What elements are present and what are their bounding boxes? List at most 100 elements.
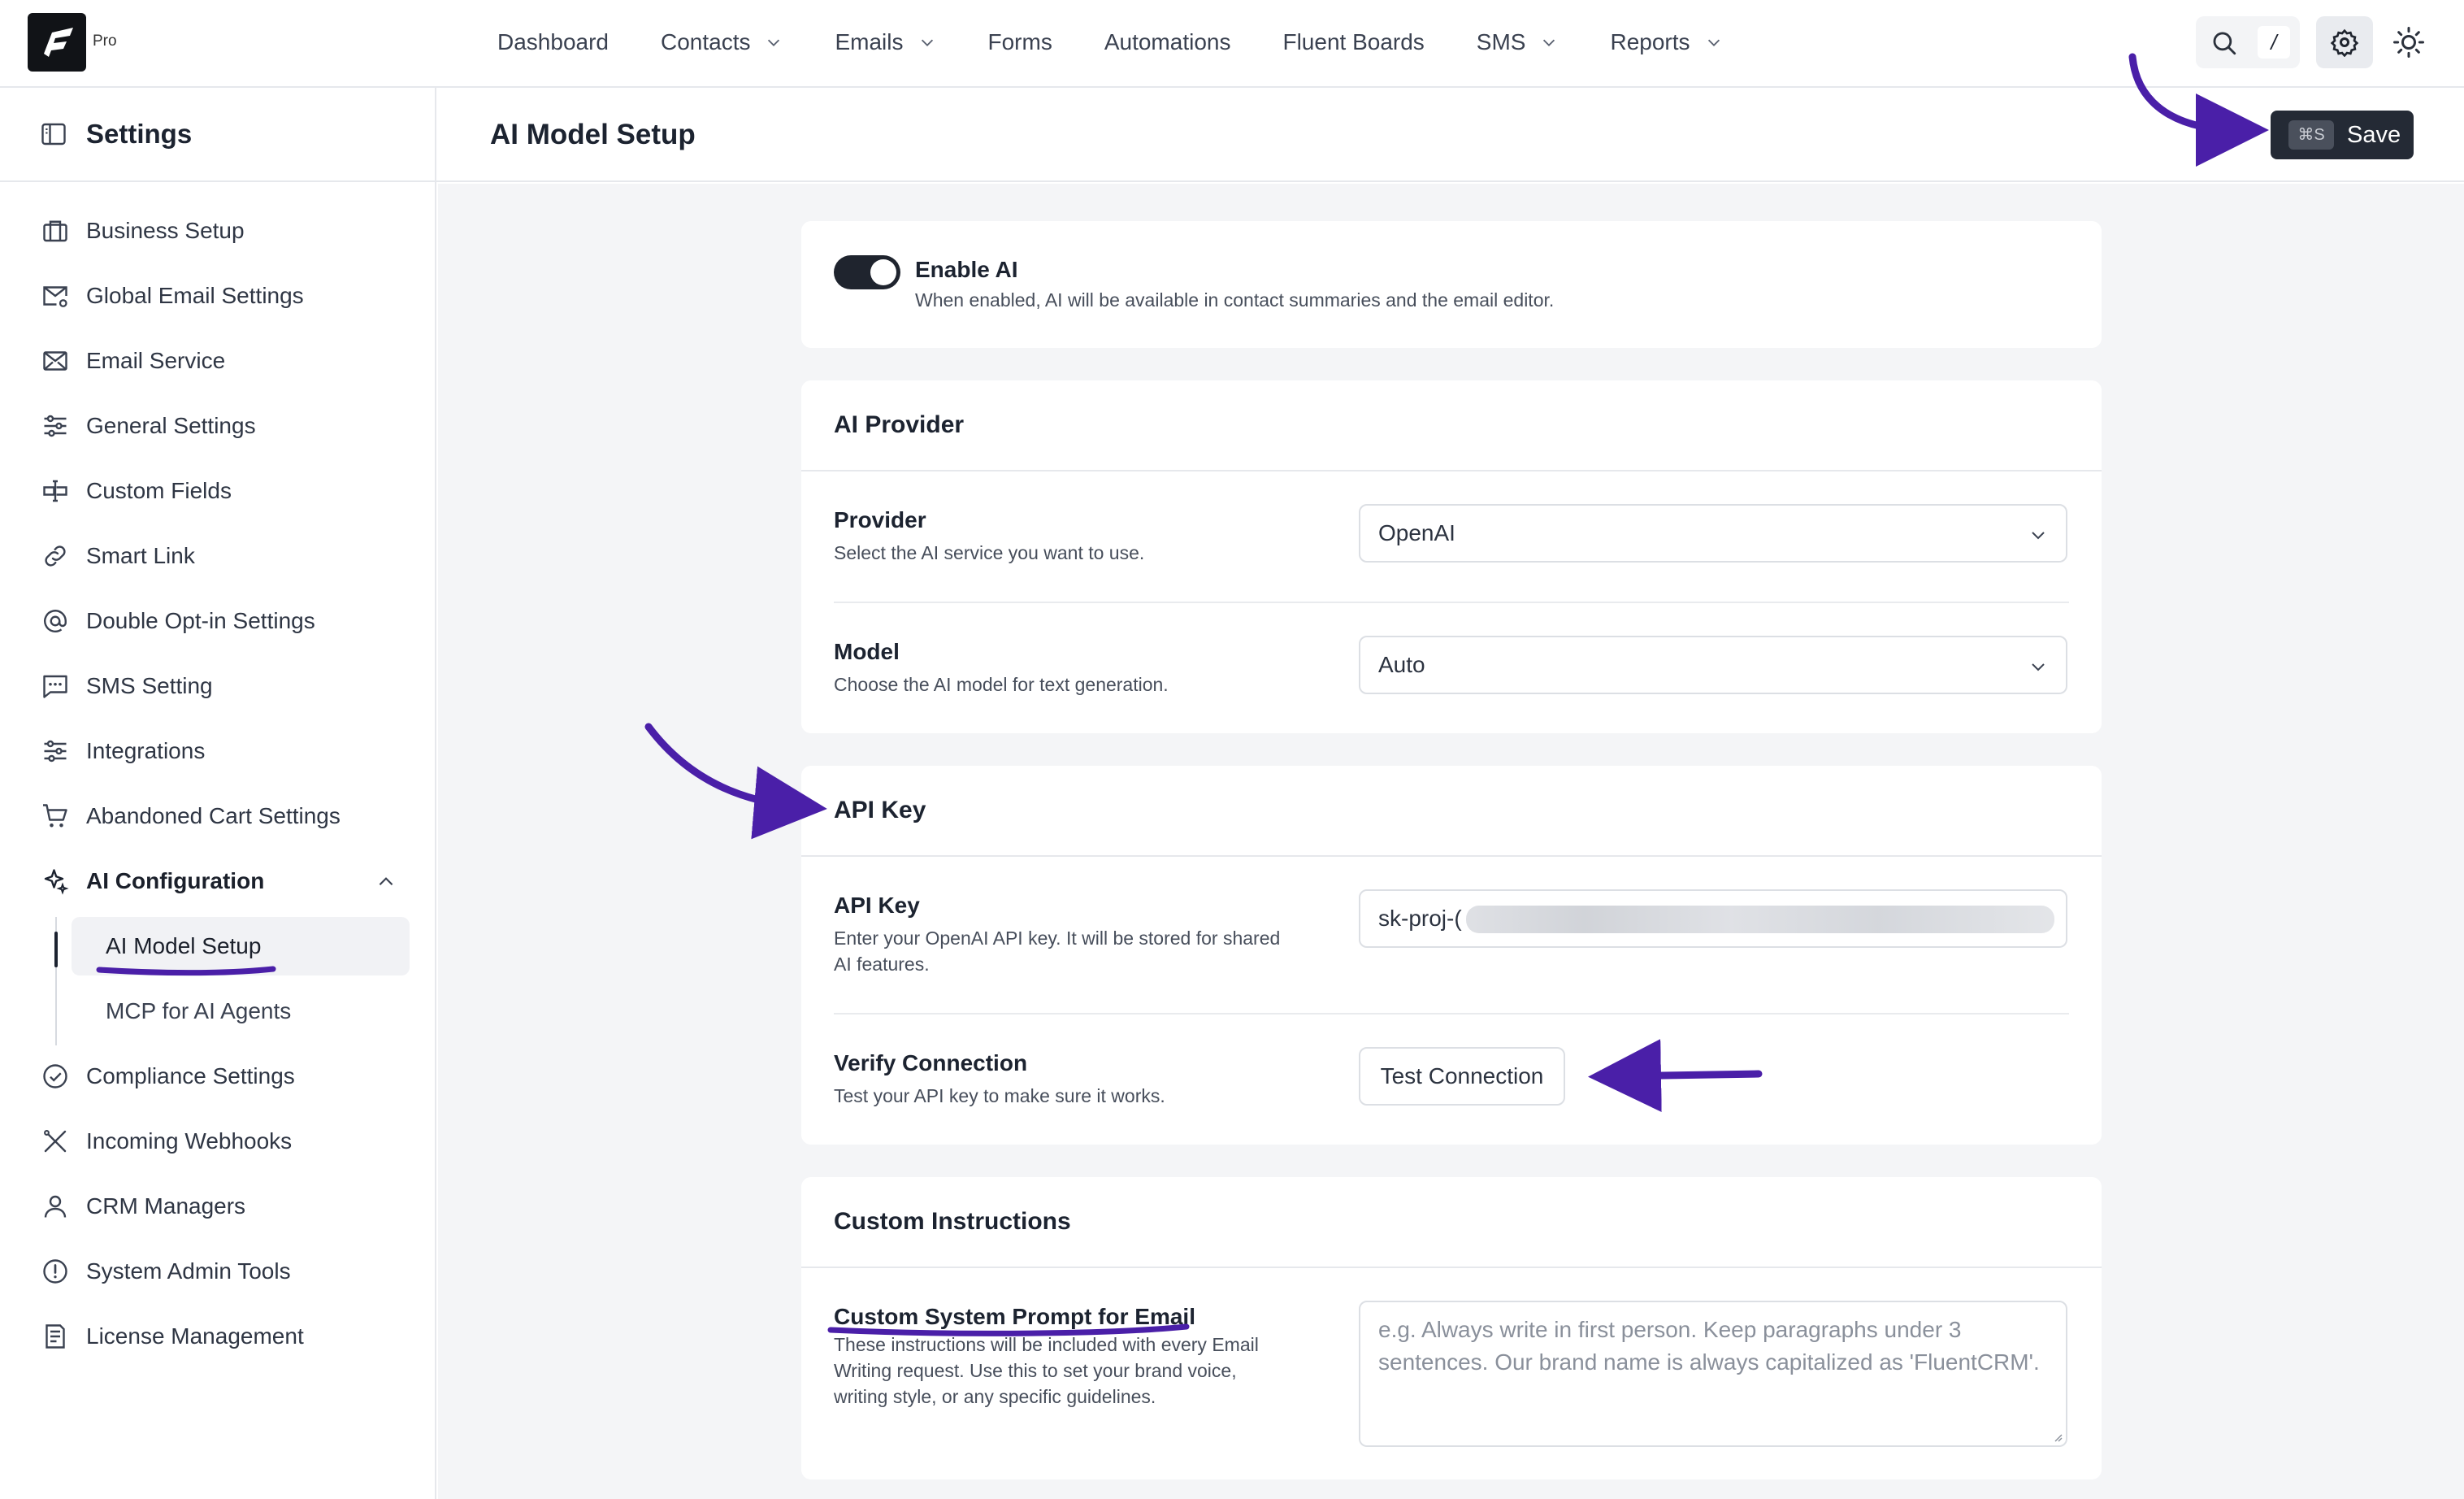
redacted-key-blur: [1466, 906, 2054, 933]
pro-badge: Pro: [93, 33, 117, 50]
sidebar-item-mcp-for-ai-agents[interactable]: MCP for AI Agents: [55, 979, 435, 1044]
sidebar-item-ai-model-setup[interactable]: AI Model Setup: [72, 917, 410, 975]
sidebar-item-label: Compliance Settings: [86, 1063, 295, 1088]
custom-prompt-row: Custom System Prompt for Email These ins…: [834, 1268, 2069, 1478]
custom-fields-icon: [43, 480, 67, 502]
sun-icon: [2393, 27, 2424, 58]
test-connection-label: Test Connection: [1380, 1063, 1544, 1088]
sidebar-item-label: Incoming Webhooks: [86, 1128, 293, 1154]
provider-select-value: OpenAI: [1378, 520, 1455, 545]
fluentcrm-logo[interactable]: [28, 13, 86, 72]
nav-automations[interactable]: Automations: [1104, 29, 1231, 55]
provider-row: Provider Select the AI service you want …: [834, 471, 2069, 603]
at-sign-icon: [44, 610, 67, 632]
sidebar-item-label: Email Service: [86, 348, 226, 373]
nav-label: Automations: [1104, 29, 1231, 54]
model-select-value: Auto: [1378, 652, 1425, 677]
sidebar-item-label: MCP for AI Agents: [106, 998, 292, 1023]
chevron-up-icon[interactable]: [375, 871, 397, 893]
mail-send-icon: [43, 351, 67, 371]
custom-prompt-label: Custom System Prompt for Email: [834, 1304, 1195, 1329]
sidebar-item-global-email-settings[interactable]: Global Email Settings: [0, 263, 435, 328]
chevron-down-icon: [2032, 532, 2045, 540]
sidebar-item-email-service[interactable]: Email Service: [0, 328, 435, 393]
enable-ai-toggle[interactable]: [834, 255, 900, 289]
sidebar-item-label: CRM Managers: [86, 1193, 246, 1219]
sidebar-header: Settings: [0, 88, 435, 182]
chevron-down-icon: [768, 39, 780, 46]
provider-label: Provider: [834, 507, 926, 532]
sidebar-item-crm-managers[interactable]: CRM Managers: [0, 1174, 435, 1239]
model-description: Choose the AI model for text generation.: [834, 674, 1169, 695]
sidebar-toggle-icon[interactable]: [39, 119, 68, 149]
global-search-button[interactable]: /: [2196, 16, 2300, 68]
custom-instructions-card: Custom Instructions Custom System Prompt…: [801, 1177, 2102, 1479]
test-connection-button[interactable]: Test Connection: [1359, 1047, 1565, 1106]
theme-toggle-button[interactable]: [2392, 26, 2425, 59]
settings-sidebar: Settings Business Setup Global Email Set…: [0, 88, 436, 1499]
api-key-input[interactable]: sk-proj-(: [1359, 889, 2067, 948]
alert-circle-icon: [43, 1259, 67, 1284]
verify-connection-description: Test your API key to make sure it works.: [834, 1085, 1165, 1106]
sidebar-item-label: Custom Fields: [86, 478, 232, 503]
sidebar-item-system-admin-tools[interactable]: System Admin Tools: [0, 1239, 435, 1304]
api-key-value: sk-proj-(: [1378, 906, 1462, 931]
message-icon: [43, 675, 67, 698]
mail-settings-icon: [43, 286, 67, 307]
sliders-icon: [44, 415, 67, 437]
sidebar-item-custom-fields[interactable]: Custom Fields: [0, 458, 435, 524]
top-navigation-bar: Pro Dashboard Contacts Emails Forms Auto…: [0, 0, 2464, 88]
sidebar-item-sms-setting[interactable]: SMS Setting: [0, 654, 435, 719]
sidebar-item-ai-configuration[interactable]: AI Configuration: [0, 849, 435, 914]
nav-dashboard[interactable]: Dashboard: [497, 29, 609, 55]
sidebar-item-compliance-settings[interactable]: Compliance Settings: [0, 1044, 435, 1109]
nav-fluent-boards[interactable]: Fluent Boards: [1282, 29, 1424, 55]
sidebar-item-general-settings[interactable]: General Settings: [0, 393, 435, 458]
nav-contacts[interactable]: Contacts: [661, 29, 783, 55]
settings-button[interactable]: [2316, 16, 2373, 68]
model-label: Model: [834, 639, 900, 664]
nav-label: Dashboard: [497, 29, 609, 54]
card-title: API Key: [801, 766, 2102, 857]
page-header: AI Model Setup: [436, 88, 2464, 182]
sidebar-item-label: SMS Setting: [86, 673, 213, 698]
enable-ai-card: Enable AI When enabled, AI will be avail…: [801, 221, 2102, 348]
verify-connection-row: Verify Connection Test your API key to m…: [834, 1015, 2069, 1143]
nav-emails[interactable]: Emails: [835, 29, 935, 55]
sidebar-item-business-setup[interactable]: Business Setup: [0, 198, 435, 263]
sliders-icon: [44, 740, 67, 763]
sidebar-item-label: Abandoned Cart Settings: [86, 803, 341, 828]
webhook-icon: [44, 1130, 67, 1153]
sidebar-item-label: Smart Link: [86, 543, 195, 568]
nav-sms[interactable]: SMS: [1477, 29, 1559, 55]
sparkle-icon: [44, 869, 69, 895]
card-title: AI Provider: [801, 380, 2102, 471]
sidebar-item-abandoned-cart[interactable]: Abandoned Cart Settings: [0, 784, 435, 849]
verify-connection-label: Verify Connection: [834, 1050, 1028, 1075]
sidebar-item-smart-link[interactable]: Smart Link: [0, 524, 435, 589]
nav-forms[interactable]: Forms: [988, 29, 1052, 55]
nav-label: Fluent Boards: [1282, 29, 1425, 54]
api-key-label: API Key: [834, 893, 920, 918]
save-shortcut-badge: ⌘S: [2288, 120, 2334, 150]
briefcase-icon: [43, 220, 67, 242]
resize-grip-icon[interactable]: [2051, 1431, 2063, 1442]
nav-label: Contacts: [660, 29, 751, 54]
custom-prompt-textarea[interactable]: e.g. Always write in first person. Keep …: [1359, 1301, 2067, 1447]
sidebar-item-incoming-webhooks[interactable]: Incoming Webhooks: [0, 1109, 435, 1174]
chevron-down-icon: [2032, 663, 2045, 671]
sidebar-item-integrations[interactable]: Integrations: [0, 719, 435, 784]
user-icon: [44, 1195, 67, 1218]
sidebar-item-double-opt-in[interactable]: Double Opt-in Settings: [0, 589, 435, 654]
nav-reports[interactable]: Reports: [1610, 29, 1722, 55]
save-button[interactable]: ⌘S Save: [2271, 111, 2414, 159]
model-select[interactable]: Auto: [1359, 636, 2067, 694]
sidebar-item-license-management[interactable]: License Management: [0, 1304, 435, 1369]
sidebar-item-label: General Settings: [86, 413, 256, 438]
sidebar-item-label: AI Configuration: [86, 868, 265, 893]
custom-prompt-description: These instructions will be included with…: [834, 1334, 1259, 1407]
api-key-description: Enter your OpenAI API key. It will be st…: [834, 928, 1281, 975]
provider-select[interactable]: OpenAI: [1359, 504, 2067, 563]
chevron-down-icon: [921, 39, 933, 46]
enable-ai-label: Enable AI: [915, 257, 1018, 282]
